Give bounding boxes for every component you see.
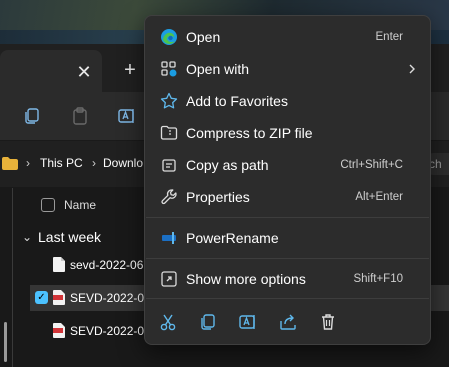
menu-item-open[interactable]: Open Enter bbox=[150, 22, 425, 52]
share-icon[interactable] bbox=[278, 312, 298, 332]
group-header[interactable]: Last week bbox=[38, 229, 101, 245]
file-name: SEVD-2022-06 bbox=[70, 324, 151, 338]
paste-icon[interactable] bbox=[70, 106, 90, 126]
file-name: SEVD-2022-06 bbox=[70, 291, 151, 305]
select-all-checkbox[interactable] bbox=[41, 198, 55, 212]
shortcut-label: Enter bbox=[375, 31, 404, 43]
chevron-right-icon: › bbox=[92, 156, 96, 170]
context-menu: Open Enter Open with Add to Favorites Co… bbox=[144, 15, 431, 345]
rename-icon[interactable] bbox=[117, 106, 137, 126]
more-options-icon bbox=[161, 271, 177, 287]
breadcrumb-downloads[interactable]: Downlo bbox=[103, 156, 143, 170]
zip-folder-icon bbox=[160, 125, 178, 140]
menu-item-show-more-options[interactable]: Show more options Shift+F10 bbox=[150, 264, 425, 294]
menu-item-power-rename[interactable]: PowerRename bbox=[150, 223, 425, 253]
shortcut-label: Shift+F10 bbox=[353, 273, 403, 285]
close-icon[interactable]: ✕ bbox=[74, 62, 94, 82]
star-icon bbox=[160, 92, 178, 109]
menu-item-open-with[interactable]: Open with bbox=[150, 54, 425, 84]
menu-item-label: Open with bbox=[186, 61, 250, 77]
plus-icon[interactable]: + bbox=[120, 60, 140, 80]
menu-item-label: Properties bbox=[186, 189, 250, 205]
tab-downloads[interactable]: ✕ bbox=[0, 50, 102, 92]
checkmark-icon[interactable]: ✓ bbox=[35, 291, 48, 304]
nav-scrollbar[interactable] bbox=[4, 322, 7, 362]
rename-icon[interactable] bbox=[238, 312, 258, 332]
power-rename-icon bbox=[162, 232, 176, 244]
pdf-icon bbox=[53, 290, 65, 305]
menu-item-compress-zip[interactable]: Compress to ZIP file bbox=[150, 118, 425, 148]
copy-icon[interactable] bbox=[198, 312, 218, 332]
menu-item-label: Copy as path bbox=[186, 157, 269, 173]
search-input[interactable]: ch bbox=[429, 153, 449, 175]
menu-item-label: PowerRename bbox=[186, 230, 279, 246]
edge-icon bbox=[161, 29, 177, 45]
delete-icon[interactable] bbox=[318, 312, 338, 332]
shortcut-label: Alt+Enter bbox=[355, 191, 403, 203]
menu-item-label: Open bbox=[186, 29, 221, 45]
column-header-name[interactable]: Name bbox=[64, 198, 96, 212]
menu-item-label: Add to Favorites bbox=[186, 93, 288, 109]
wrench-icon bbox=[161, 189, 177, 205]
copy-path-icon bbox=[162, 159, 176, 172]
menu-separator bbox=[146, 258, 429, 259]
document-icon bbox=[53, 257, 65, 272]
pdf-icon bbox=[53, 323, 65, 338]
chevron-right-icon bbox=[409, 64, 415, 74]
menu-item-add-to-favorites[interactable]: Add to Favorites bbox=[150, 86, 425, 116]
menu-item-copy-as-path[interactable]: Copy as path Ctrl+Shift+C bbox=[150, 150, 425, 180]
menu-item-label: Show more options bbox=[186, 271, 306, 287]
folder-icon bbox=[2, 157, 18, 170]
menu-separator bbox=[146, 298, 429, 299]
breadcrumb-this-pc[interactable]: This PC bbox=[40, 156, 83, 170]
open-with-icon bbox=[161, 61, 177, 77]
menu-item-label: Compress to ZIP file bbox=[186, 125, 313, 141]
navigation-pane-divider bbox=[12, 188, 13, 367]
menu-separator bbox=[146, 217, 429, 218]
menu-item-properties[interactable]: Properties Alt+Enter bbox=[150, 182, 425, 212]
file-name: sevd-2022-067 bbox=[70, 258, 151, 272]
chevron-right-icon: › bbox=[26, 156, 30, 170]
copy-icon[interactable] bbox=[22, 106, 42, 126]
chevron-down-icon[interactable]: ⌄ bbox=[22, 230, 32, 244]
shortcut-label: Ctrl+Shift+C bbox=[340, 159, 403, 171]
cut-icon[interactable] bbox=[158, 312, 178, 332]
